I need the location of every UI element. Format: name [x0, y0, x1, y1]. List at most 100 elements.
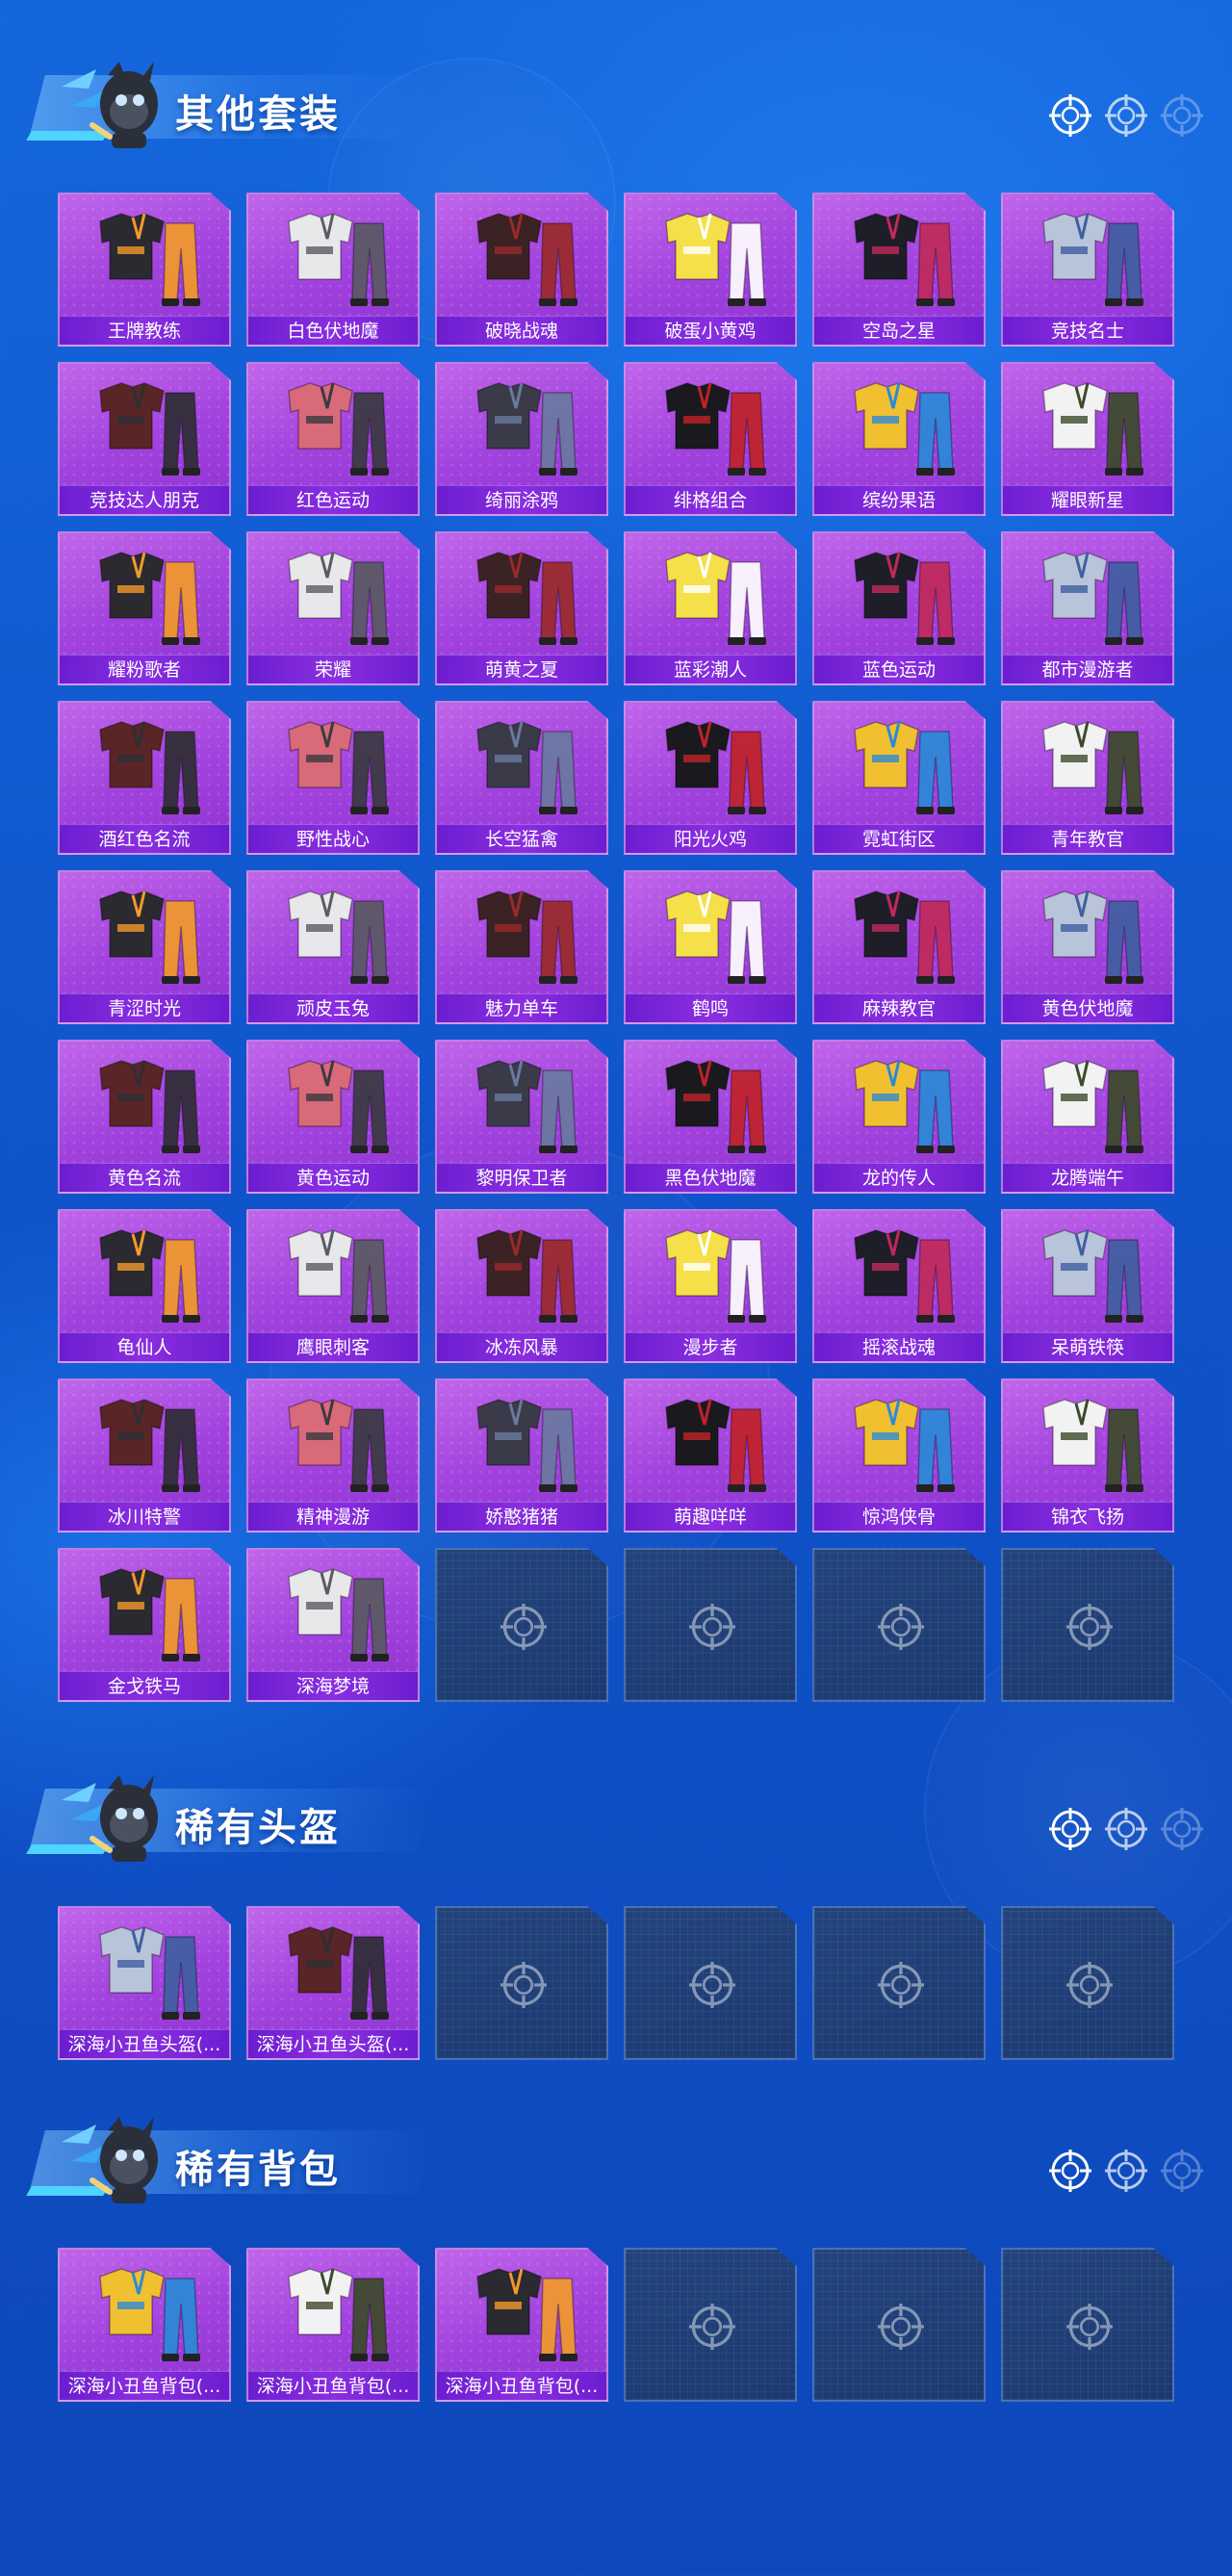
item-image	[665, 213, 766, 306]
outfit-card[interactable]: 魅力单车	[435, 870, 608, 1024]
outfit-card[interactable]: 耀眼新星	[1001, 362, 1174, 516]
item-image	[99, 382, 200, 476]
item-image	[288, 1568, 389, 1662]
item-name-label: 竞技达人朋克	[60, 485, 229, 514]
outfit-card[interactable]: 青年教官	[1001, 701, 1174, 855]
outfit-card[interactable]: 冰川特警	[58, 1378, 231, 1533]
reticle-icon	[878, 1604, 924, 1650]
outfit-card[interactable]: 深海小丑鱼头盔(...	[58, 1906, 231, 2060]
reticle-icon	[1161, 94, 1203, 137]
mascot-icon	[62, 2117, 158, 2203]
empty-slot	[1001, 2248, 1174, 2402]
outfit-card[interactable]: 耀粉歌者	[58, 531, 231, 685]
outfit-card[interactable]: 阳光火鸡	[624, 701, 797, 855]
reticle-icon	[1105, 1808, 1147, 1850]
outfit-card[interactable]: 青涩时光	[58, 870, 231, 1024]
outfit-card[interactable]: 破蛋小黄鸡	[624, 193, 797, 347]
empty-slot	[435, 1906, 608, 2060]
outfit-card[interactable]: 野性战心	[246, 701, 420, 855]
outfit-card[interactable]: 黄色运动	[246, 1040, 420, 1194]
outfit-card[interactable]: 鹤鸣	[624, 870, 797, 1024]
item-name-label: 萌趣咩咩	[626, 1502, 795, 1531]
item-name-label: 鹤鸣	[626, 993, 795, 1022]
item-name-label: 黄色伏地魔	[1003, 993, 1172, 1022]
item-image	[99, 1568, 200, 1662]
outfit-card[interactable]: 红色运动	[246, 362, 420, 516]
item-grid: 王牌教练 白色伏地魔 破晓战魂 破蛋小黄鸡 空岛之星 竞技名士竞技达人朋克 红色运动 绮丽涂鸦…	[58, 193, 1174, 1702]
outfit-card[interactable]: 空岛之星	[812, 193, 986, 347]
reticle-icon	[1161, 1808, 1203, 1850]
outfit-card[interactable]: 深海小丑鱼背包(...	[58, 2248, 231, 2402]
item-name-label: 冰川特警	[60, 1502, 229, 1531]
outfit-card[interactable]: 酒红色名流	[58, 701, 231, 855]
outfit-card[interactable]: 萌趣咩咩	[624, 1378, 797, 1533]
item-name-label: 冰冻风暴	[437, 1332, 606, 1361]
outfit-card[interactable]: 鹰眼刺客	[246, 1209, 420, 1363]
outfit-card[interactable]: 蓝彩潮人	[624, 531, 797, 685]
outfit-card[interactable]: 深海小丑鱼背包(...	[435, 2248, 608, 2402]
outfit-card[interactable]: 白色伏地魔	[246, 193, 420, 347]
outfit-card[interactable]: 黄色伏地魔	[1001, 870, 1174, 1024]
item-image	[476, 890, 578, 984]
outfit-card[interactable]: 破晓战魂	[435, 193, 608, 347]
item-image	[99, 1060, 200, 1153]
reticle-icon	[1049, 94, 1091, 137]
outfit-card[interactable]: 顽皮玉兔	[246, 870, 420, 1024]
item-image	[1042, 382, 1143, 476]
outfit-card[interactable]: 金戈铁马	[58, 1548, 231, 1702]
outfit-card[interactable]: 黄色名流	[58, 1040, 231, 1194]
item-image	[1042, 1399, 1143, 1492]
outfit-card[interactable]: 荣耀	[246, 531, 420, 685]
outfit-card[interactable]: 摇滚战魂	[812, 1209, 986, 1363]
outfit-card[interactable]: 娇憨猪猪	[435, 1378, 608, 1533]
outfit-card[interactable]: 呆萌铁筷	[1001, 1209, 1174, 1363]
empty-slot	[812, 1906, 986, 2060]
outfit-card[interactable]: 长空猛禽	[435, 701, 608, 855]
outfit-card[interactable]: 冰冻风暴	[435, 1209, 608, 1363]
outfit-card[interactable]: 蓝色运动	[812, 531, 986, 685]
empty-slot	[1001, 1906, 1174, 2060]
item-image	[665, 382, 766, 476]
outfit-card[interactable]: 都市漫游者	[1001, 531, 1174, 685]
outfit-card[interactable]: 缤纷果语	[812, 362, 986, 516]
outfit-card[interactable]: 精神漫游	[246, 1378, 420, 1533]
outfit-card[interactable]: 深海梦境	[246, 1548, 420, 1702]
outfit-card[interactable]: 深海小丑鱼头盔(...	[246, 1906, 420, 2060]
item-name-label: 魅力单车	[437, 993, 606, 1022]
item-name-label: 荣耀	[248, 655, 418, 683]
item-name-label: 长空猛禽	[437, 824, 606, 853]
outfit-card[interactable]: 龙的传人	[812, 1040, 986, 1194]
item-image	[288, 890, 389, 984]
outfit-card[interactable]: 竞技名士	[1001, 193, 1174, 347]
outfit-card[interactable]: 竞技达人朋克	[58, 362, 231, 516]
outfit-card[interactable]: 惊鸿侠骨	[812, 1378, 986, 1533]
item-image	[854, 1229, 955, 1323]
item-name-label: 深海梦境	[248, 1671, 418, 1700]
outfit-card[interactable]: 王牌教练	[58, 193, 231, 347]
outfit-card[interactable]: 黑色伏地魔	[624, 1040, 797, 1194]
item-image	[854, 721, 955, 814]
section-title: 稀有头盔	[175, 1806, 341, 1850]
reticle-icon	[500, 1962, 547, 2008]
outfit-card[interactable]: 锦衣飞扬	[1001, 1378, 1174, 1533]
outfit-card[interactable]: 绯格组合	[624, 362, 797, 516]
empty-slot	[1001, 1548, 1174, 1702]
outfit-card[interactable]: 萌黄之夏	[435, 531, 608, 685]
outfit-card[interactable]: 黎明保卫者	[435, 1040, 608, 1194]
item-image	[288, 2268, 389, 2361]
outfit-card[interactable]: 霓虹街区	[812, 701, 986, 855]
item-name-label: 深海小丑鱼背包(...	[60, 2371, 229, 2400]
header-reticles	[1049, 2150, 1203, 2192]
outfit-card[interactable]: 漫步者	[624, 1209, 797, 1363]
item-image	[288, 213, 389, 306]
item-image	[99, 1399, 200, 1492]
reticle-icon	[1161, 2150, 1203, 2192]
outfit-card[interactable]: 龟仙人	[58, 1209, 231, 1363]
item-image	[288, 721, 389, 814]
outfit-card[interactable]: 绮丽涂鸦	[435, 362, 608, 516]
item-name-label: 萌黄之夏	[437, 655, 606, 683]
outfit-card[interactable]: 龙腾端午	[1001, 1040, 1174, 1194]
item-name-label: 精神漫游	[248, 1502, 418, 1531]
outfit-card[interactable]: 麻辣教官	[812, 870, 986, 1024]
outfit-card[interactable]: 深海小丑鱼背包(...	[246, 2248, 420, 2402]
